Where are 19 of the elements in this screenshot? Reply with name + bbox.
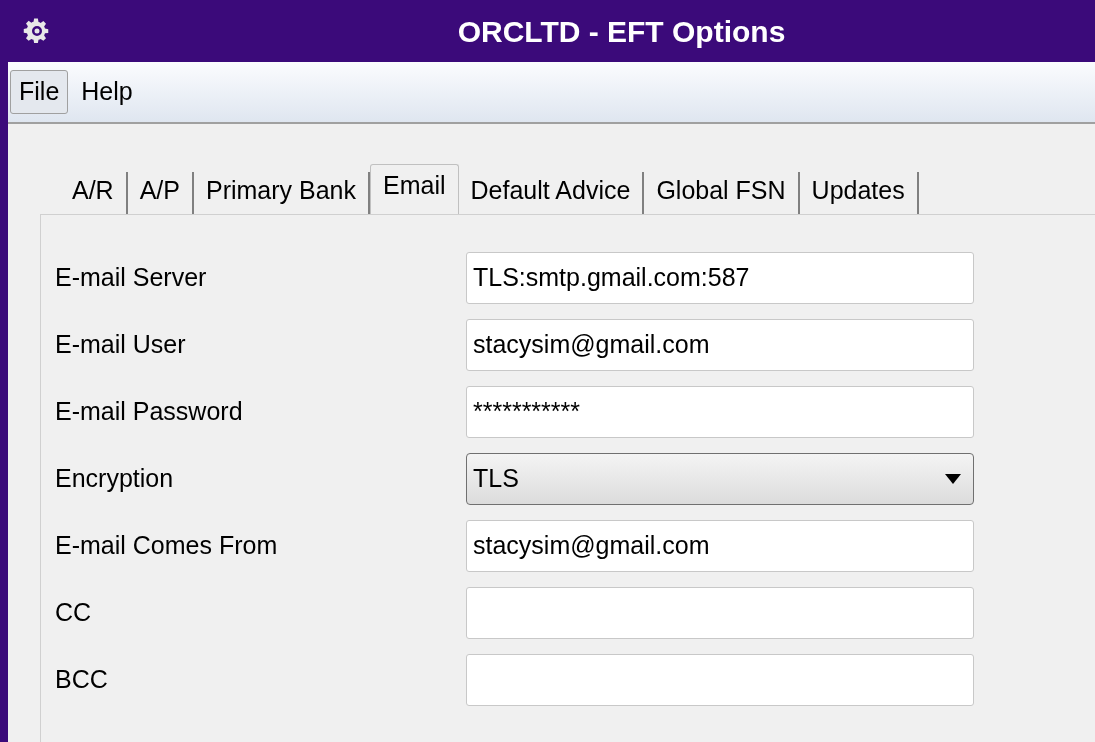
field-label: E-mail Password	[55, 396, 244, 428]
field-label: E-mail Server	[55, 262, 208, 294]
input-field[interactable]: stacysim@gmail.com	[466, 520, 974, 572]
input-field[interactable]: ***********	[466, 386, 974, 438]
window-title: ORCLTD - EFT Options	[457, 13, 786, 50]
field-label: Encryption	[55, 463, 175, 495]
field-label: CC	[55, 597, 93, 629]
caret-icon	[945, 474, 961, 484]
input-field[interactable]	[466, 587, 974, 639]
input-field[interactable]: stacysim@gmail.com	[466, 319, 974, 371]
menu-item[interactable]: Help	[72, 70, 142, 114]
input-field[interactable]	[466, 654, 974, 706]
menu-item[interactable]: File	[10, 70, 69, 114]
field-label: BCC	[55, 664, 109, 696]
encryption-dropdown[interactable]: TLS	[466, 453, 974, 505]
tab[interactable]: Email	[370, 164, 459, 214]
input-field[interactable]: TLS:smtp.gmail.com:587	[466, 252, 974, 304]
field-label: E-mail User	[55, 329, 187, 361]
field-label: E-mail Comes From	[55, 530, 279, 562]
